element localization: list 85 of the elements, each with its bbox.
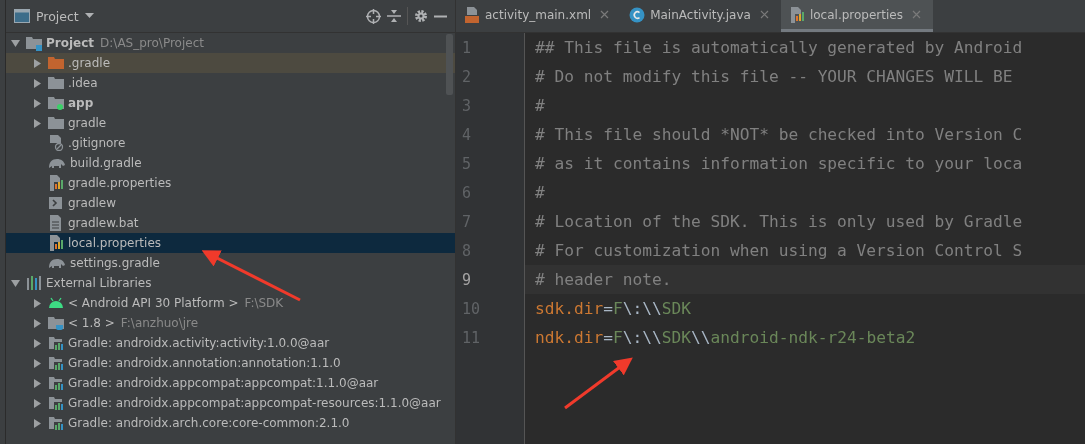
folder-icon (48, 75, 64, 91)
class-icon (629, 6, 646, 23)
tree-item[interactable]: app (6, 93, 455, 113)
code-line: ## This file is automatically generated by Android (534, 37, 1024, 59)
project-window-icon (14, 9, 30, 23)
collapsed-arrow-icon[interactable] (32, 298, 42, 308)
tree-item[interactable]: .gradle (6, 53, 455, 73)
line-number: 9 (462, 270, 472, 289)
caret-icon[interactable] (84, 13, 94, 19)
collapse-all-icon[interactable] (387, 9, 401, 23)
code-line: # Do not modify this file -- YOUR CHANGES WILL BE (534, 66, 1014, 88)
android-icon (48, 297, 64, 309)
code-line: # (534, 182, 546, 204)
elephant-icon (48, 156, 66, 170)
path-hint: F:\anzhuo\jre (120, 316, 199, 330)
tree-item[interactable]: settings.gradle (6, 253, 455, 273)
jdk-folder-icon (48, 315, 64, 331)
code-line: # For customization when using a Version Control S (534, 240, 1024, 262)
code-line: sdk.dir=F\:\\SDK (534, 298, 692, 320)
code-line: # as it contains information specific to your loca (534, 153, 1024, 175)
ignore-file-icon (48, 135, 64, 151)
collapsed-arrow-icon[interactable] (32, 78, 42, 88)
close-icon (759, 10, 769, 19)
tree-item[interactable]: gradle.properties (6, 173, 455, 193)
locate-icon[interactable] (366, 8, 381, 24)
annotation-arrow (564, 357, 633, 410)
tree-item[interactable]: Project D:\AS_pro\Project (6, 33, 455, 53)
properties-file-icon (788, 6, 805, 23)
tree-item[interactable]: gradle (6, 113, 455, 133)
collapsed-arrow-icon[interactable] (32, 98, 42, 108)
properties-file-icon (48, 175, 64, 191)
libraries-icon (26, 275, 42, 291)
tree-item[interactable]: < Android API 30 Platform > F:\SDK (6, 293, 455, 313)
collapsed-arrow-icon[interactable] (32, 318, 42, 328)
collapsed-arrow-icon[interactable] (32, 58, 42, 68)
tree-item[interactable]: < 1.8 > F:\anzhuo\jre (6, 313, 455, 333)
minimize-icon[interactable] (434, 14, 447, 18)
tree-item[interactable]: gradlew (6, 193, 455, 213)
editor-tab[interactable]: local.properties (780, 0, 933, 32)
settings-icon[interactable] (414, 9, 428, 23)
tree-item[interactable]: Gradle: androidx.annotation:annotation:1.1.0 (6, 353, 455, 373)
collapsed-arrow-icon[interactable] (32, 358, 42, 368)
close-icon (600, 10, 610, 19)
folder-icon (48, 55, 64, 71)
xml-file-icon (464, 6, 480, 23)
tree-item[interactable]: .idea (6, 73, 455, 93)
path-hint: D:\AS_pro\Project (100, 36, 204, 50)
library-icon (48, 415, 64, 431)
folder-icon (48, 115, 64, 131)
properties-file-icon (48, 235, 64, 251)
library-icon (48, 355, 64, 371)
text-file-icon (48, 215, 64, 231)
collapsed-arrow-icon[interactable] (32, 118, 42, 128)
tree-item[interactable]: local.properties (6, 233, 455, 253)
library-icon (48, 375, 64, 391)
tree-item[interactable]: External Libraries (6, 273, 455, 293)
tree-item[interactable]: Gradle: androidx.activity:activity:1.0.0@aar (6, 333, 455, 353)
panel-title[interactable]: Project (36, 8, 79, 24)
tree-item[interactable]: Gradle: androidx.appcompat:appcompat:1.1.0@aar (6, 373, 455, 393)
tree-item[interactable]: gradlew.bat (6, 213, 455, 233)
module-folder-icon (48, 95, 64, 111)
collapsed-arrow-icon[interactable] (32, 338, 42, 348)
editor-tab[interactable]: MainActivity.java (621, 0, 781, 32)
expanded-arrow-icon[interactable] (10, 278, 20, 288)
scrollbar[interactable] (446, 34, 453, 95)
tree-item[interactable]: Gradle: androidx.arch.core:core-common:2.1.0 (6, 413, 455, 433)
script-file-icon (48, 195, 64, 211)
collapsed-arrow-icon[interactable] (32, 418, 42, 428)
expanded-arrow-icon[interactable] (10, 38, 20, 48)
path-hint: F:\SDK (244, 296, 284, 310)
code-line: # Location of the SDK. This is only used by Gradle (534, 211, 1024, 233)
code-line: # (534, 95, 546, 117)
code-line: # This file should *NOT* be checked into Version C (534, 124, 1024, 146)
tree-item[interactable]: .gitignore (6, 133, 455, 153)
editor-tab[interactable]: activity_main.xml (456, 0, 622, 32)
tree-item[interactable]: build.gradle (6, 153, 455, 173)
elephant-icon (48, 256, 66, 270)
project-folder-icon (26, 35, 42, 51)
close-icon (911, 10, 921, 19)
collapsed-arrow-icon[interactable] (32, 398, 42, 408)
collapsed-arrow-icon[interactable] (32, 378, 42, 388)
library-icon (48, 395, 64, 411)
tree-item[interactable]: Gradle: androidx.appcompat:appcompat-resources:1.1.0@aar (6, 393, 455, 413)
code-line: ndk.dir=F\:\\SDK\\android-ndk-r24-beta2 (534, 327, 917, 349)
library-icon (48, 335, 64, 351)
